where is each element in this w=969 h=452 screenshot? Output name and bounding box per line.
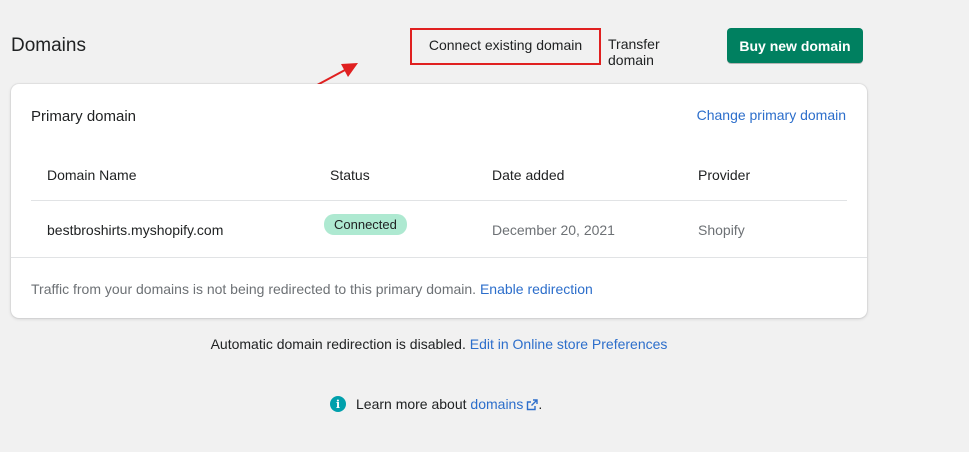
external-link-icon (527, 399, 539, 411)
connect-existing-domain-button[interactable]: Connect existing domain (410, 28, 601, 65)
section-divider (11, 257, 867, 258)
status-badge: Connected (324, 214, 407, 235)
page-title: Domains (11, 35, 86, 56)
redirection-footer-text: Traffic from your domains is not being r… (31, 281, 477, 297)
date-added-cell: December 20, 2021 (492, 222, 615, 238)
column-header-status: Status (330, 167, 370, 183)
primary-domain-card: Primary domain Change primary domain Dom… (11, 84, 867, 318)
learn-more-suffix: . (538, 396, 543, 412)
transfer-domain-button[interactable]: Transfer domain (608, 36, 660, 68)
learn-more: i Learn more about domains. (330, 396, 542, 412)
redirection-footer: Traffic from your domains is not being r… (31, 281, 593, 297)
change-primary-domain-link[interactable]: Change primary domain (697, 107, 846, 123)
learn-more-text: Learn more about (356, 396, 467, 412)
redirection-notice: Automatic domain redirection is disabled… (0, 336, 878, 352)
domains-link-label: domains (470, 396, 524, 412)
card-title: Primary domain (31, 108, 137, 125)
column-header-provider: Provider (698, 167, 751, 183)
column-header-domain-name: Domain Name (47, 167, 137, 183)
domains-link[interactable]: domains (470, 396, 539, 412)
table-header-divider (31, 200, 847, 201)
info-icon: i (330, 396, 346, 412)
provider-cell: Shopify (698, 222, 745, 238)
redirection-notice-text: Automatic domain redirection is disabled… (210, 336, 466, 352)
domain-name-cell: bestbroshirts.myshopify.com (47, 222, 224, 238)
column-header-date-added: Date added (492, 167, 565, 183)
buy-new-domain-button[interactable]: Buy new domain (727, 28, 863, 63)
enable-redirection-link[interactable]: Enable redirection (480, 281, 593, 297)
edit-preferences-link[interactable]: Edit in Online store Preferences (470, 336, 668, 352)
